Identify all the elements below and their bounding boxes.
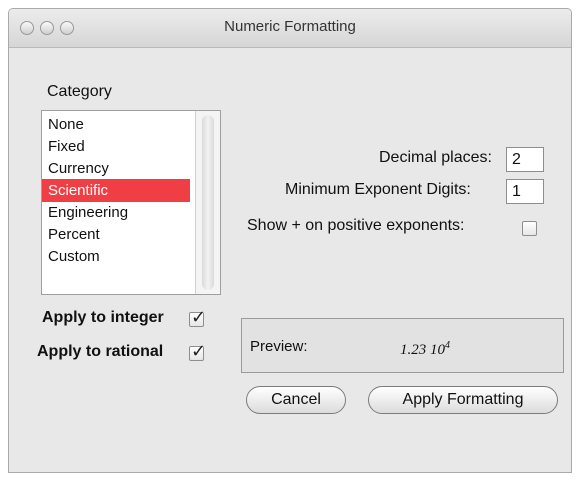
list-item-percent[interactable]: Percent — [42, 223, 190, 246]
list-item-custom[interactable]: Custom — [42, 245, 190, 268]
decimal-places-label: Decimal places: — [379, 149, 492, 166]
apply-rational-checkbox[interactable]: ✓ — [189, 341, 206, 361]
category-label: Category — [47, 83, 112, 100]
title-bar: Numeric Formatting — [9, 9, 571, 48]
min-exponent-digits-label: Minimum Exponent Digits: — [285, 181, 471, 198]
decimal-places-field[interactable]: 2 — [506, 147, 544, 172]
checkmark-icon: ✓ — [191, 307, 207, 327]
min-exponent-digits-field[interactable]: 1 — [506, 179, 544, 204]
list-scrollbar[interactable] — [195, 111, 220, 294]
list-item-currency[interactable]: Currency — [42, 157, 190, 180]
list-item-fixed[interactable]: Fixed — [42, 135, 190, 158]
preview-label: Preview: — [250, 338, 308, 355]
apply-rational-label: Apply to rational — [37, 343, 164, 360]
list-item-engineering[interactable]: Engineering — [42, 201, 190, 224]
cancel-button[interactable]: Cancel — [246, 386, 346, 414]
preview-mantissa: 1.23 10 — [400, 342, 445, 358]
show-plus-label: Show + on positive exponents: — [247, 217, 465, 234]
preview-exponent: 4 — [445, 340, 450, 351]
apply-formatting-button[interactable]: Apply Formatting — [368, 386, 558, 414]
list-item-scientific[interactable]: Scientific — [42, 179, 190, 202]
window-title: Numeric Formatting — [224, 18, 356, 35]
checkmark-icon: ✓ — [191, 341, 207, 361]
apply-integer-checkbox[interactable]: ✓ — [189, 307, 206, 327]
apply-integer-label: Apply to integer — [42, 309, 164, 326]
scroll-thumb[interactable] — [202, 115, 214, 290]
list-item-none[interactable]: None — [42, 113, 190, 136]
show-plus-checkbox[interactable] — [522, 221, 537, 236]
category-list[interactable]: None Fixed Currency Scientific Engineeri… — [41, 110, 221, 295]
numeric-formatting-window: Numeric Formatting Category None Fixed C… — [8, 8, 572, 473]
preview-value: 1.23 104 — [400, 340, 450, 359]
preview-panel: Preview: 1.23 104 — [241, 318, 564, 373]
